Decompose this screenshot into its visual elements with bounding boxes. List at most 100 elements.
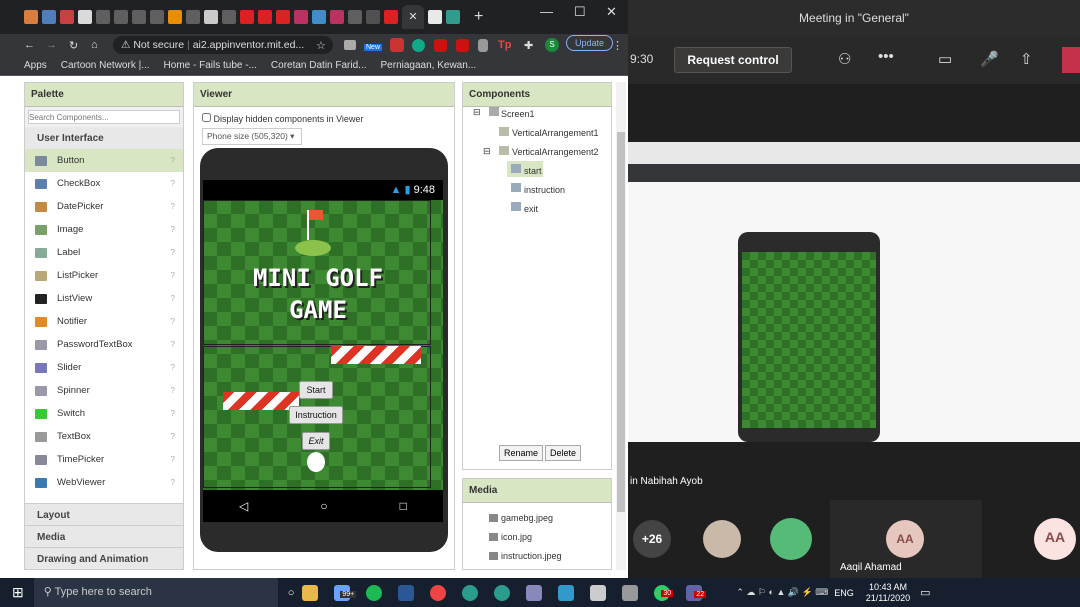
app-icon[interactable] (462, 584, 479, 601)
notifications-icon[interactable]: ▭ (920, 586, 930, 599)
reload-icon[interactable]: ↻ (69, 39, 78, 52)
appinventor-icon[interactable] (428, 10, 442, 24)
extension-icon[interactable] (456, 38, 469, 52)
tab-favicon[interactable] (222, 10, 236, 24)
palette-item-image[interactable]: Image? (25, 218, 183, 241)
palette-item-label[interactable]: Label? (25, 241, 183, 264)
leave-button[interactable] (1062, 47, 1080, 73)
tree-screen1[interactable]: Screen1 (501, 109, 535, 119)
phone-size-select[interactable]: Phone size (505,320) ▾ (202, 128, 302, 145)
camera-off-icon[interactable]: ▭ (938, 50, 952, 68)
profile-avatar[interactable]: S (545, 38, 559, 52)
app-icon[interactable] (494, 584, 511, 601)
tab-favicon[interactable] (312, 10, 326, 24)
youtube-icon[interactable] (276, 10, 290, 24)
palette-item-slider[interactable]: Slider? (25, 356, 183, 379)
search-components-input[interactable] (28, 110, 180, 124)
palette-item-spinner[interactable]: Spinner? (25, 379, 183, 402)
help-icon[interactable]: ? (171, 294, 175, 303)
app-icon[interactable] (622, 584, 639, 601)
tab-favicon[interactable] (294, 10, 308, 24)
tab-favicon[interactable] (24, 10, 38, 24)
media-file[interactable]: gamebg.jpeg (463, 509, 611, 528)
mail-icon[interactable]: 99+ (334, 584, 357, 601)
youtube-icon[interactable] (384, 10, 398, 24)
language-indicator[interactable]: ENG (834, 588, 854, 598)
help-icon[interactable]: ? (171, 179, 175, 188)
delete-button[interactable]: Delete (545, 445, 582, 461)
bookmark-cartoon[interactable]: Cartoon Network |... (61, 60, 150, 71)
media-file[interactable]: icon.jpg (463, 528, 611, 547)
category-layout[interactable]: Layout (25, 503, 183, 525)
page-scrollbar[interactable] (616, 82, 626, 570)
tab-favicon[interactable] (96, 10, 110, 24)
browser-tab-strip[interactable]: ✕ + (0, 0, 628, 34)
instruction-button[interactable]: Instruction (289, 406, 343, 424)
tree-verticalarrangement1[interactable]: VerticalArrangement1 (512, 128, 599, 138)
collapse-icon[interactable]: ⊟ (483, 146, 491, 157)
home-icon[interactable]: ⌂ (91, 39, 98, 51)
taskbar-search[interactable]: ⚲ Type here to search (33, 578, 278, 607)
palette-item-button[interactable]: Button? (25, 149, 183, 172)
chrome-icon[interactable] (430, 584, 447, 601)
youtube-icon[interactable] (258, 10, 272, 24)
tree-verticalarrangement2[interactable]: VerticalArrangement2 (512, 147, 599, 157)
bookmark-coretan[interactable]: Coretan Datin Farid... (271, 60, 367, 71)
forward-icon[interactable]: → (46, 39, 57, 51)
tree-instruction[interactable]: instruction (524, 185, 565, 195)
back-icon[interactable]: ← (24, 39, 35, 51)
spotify-icon[interactable] (366, 584, 383, 601)
help-icon[interactable]: ? (171, 340, 175, 349)
help-icon[interactable]: ? (171, 202, 175, 211)
category-user-interface[interactable]: User Interface (25, 127, 183, 149)
tree-start[interactable]: start (524, 166, 542, 176)
help-icon[interactable]: ? (171, 271, 175, 280)
tab-favicon[interactable] (42, 10, 56, 24)
tree-exit[interactable]: exit (524, 204, 538, 214)
palette-item-timepicker[interactable]: TimePicker? (25, 448, 183, 471)
adblock-icon[interactable] (390, 38, 404, 52)
participants-icon[interactable]: ⚇ (838, 50, 851, 68)
hidden-components-checkbox[interactable]: Display hidden components in Viewer (202, 113, 363, 124)
exit-button[interactable]: Exit (302, 432, 330, 450)
tab-favicon[interactable] (168, 10, 182, 24)
word-icon[interactable] (398, 584, 415, 601)
tab-favicon[interactable] (132, 10, 146, 24)
tab-favicon[interactable] (348, 10, 362, 24)
active-tab-close-icon[interactable]: ✕ (402, 5, 424, 29)
category-media[interactable]: Media (25, 525, 183, 547)
task-view-icon[interactable]: ○ (288, 587, 295, 599)
netflix-icon[interactable] (366, 10, 380, 24)
bookmark-apps[interactable]: Apps (24, 60, 47, 71)
start-button[interactable]: Start (299, 381, 333, 399)
help-icon[interactable]: ? (171, 317, 175, 326)
media-file[interactable]: instruction.jpeg (463, 547, 611, 566)
github-icon[interactable] (78, 10, 92, 24)
request-control-button[interactable]: Request control (674, 47, 792, 73)
maximize-icon[interactable]: ☐ (574, 4, 586, 20)
extension-icon[interactable]: Tp (498, 39, 511, 51)
help-icon[interactable]: ? (171, 432, 175, 441)
new-tab-icon[interactable]: + (474, 8, 483, 26)
rename-button[interactable]: Rename (499, 445, 544, 461)
help-icon[interactable]: ? (171, 248, 175, 257)
tab-favicon[interactable] (60, 10, 74, 24)
extension-icon[interactable] (434, 38, 447, 52)
system-tray-icons[interactable]: ⌃ ☁ ⚐ ◐ ▲ 🔊 ⚡ ⌨ (736, 587, 828, 598)
tab-favicon[interactable] (150, 10, 164, 24)
category-drawing[interactable]: Drawing and Animation (25, 547, 183, 569)
participant-count[interactable]: +26 (633, 520, 671, 558)
app-icon[interactable] (526, 584, 543, 601)
mic-off-icon[interactable]: 🎤 (980, 50, 999, 68)
youtube-icon[interactable] (240, 10, 254, 24)
palette-item-webviewer[interactable]: WebViewer? (25, 471, 183, 494)
help-icon[interactable]: ? (171, 363, 175, 372)
help-icon[interactable]: ? (171, 478, 175, 487)
palette-item-passwordtextbox[interactable]: PasswordTextBox? (25, 333, 183, 356)
palette-item-switch[interactable]: Switch? (25, 402, 183, 425)
palette-item-datepicker[interactable]: DatePicker? (25, 195, 183, 218)
puzzle-icon[interactable]: ✚ (524, 39, 533, 52)
help-icon[interactable]: ? (171, 455, 175, 464)
windows-start-icon[interactable]: ⊞ (12, 584, 24, 601)
bookmark-star-icon[interactable]: ☆ (316, 39, 326, 52)
